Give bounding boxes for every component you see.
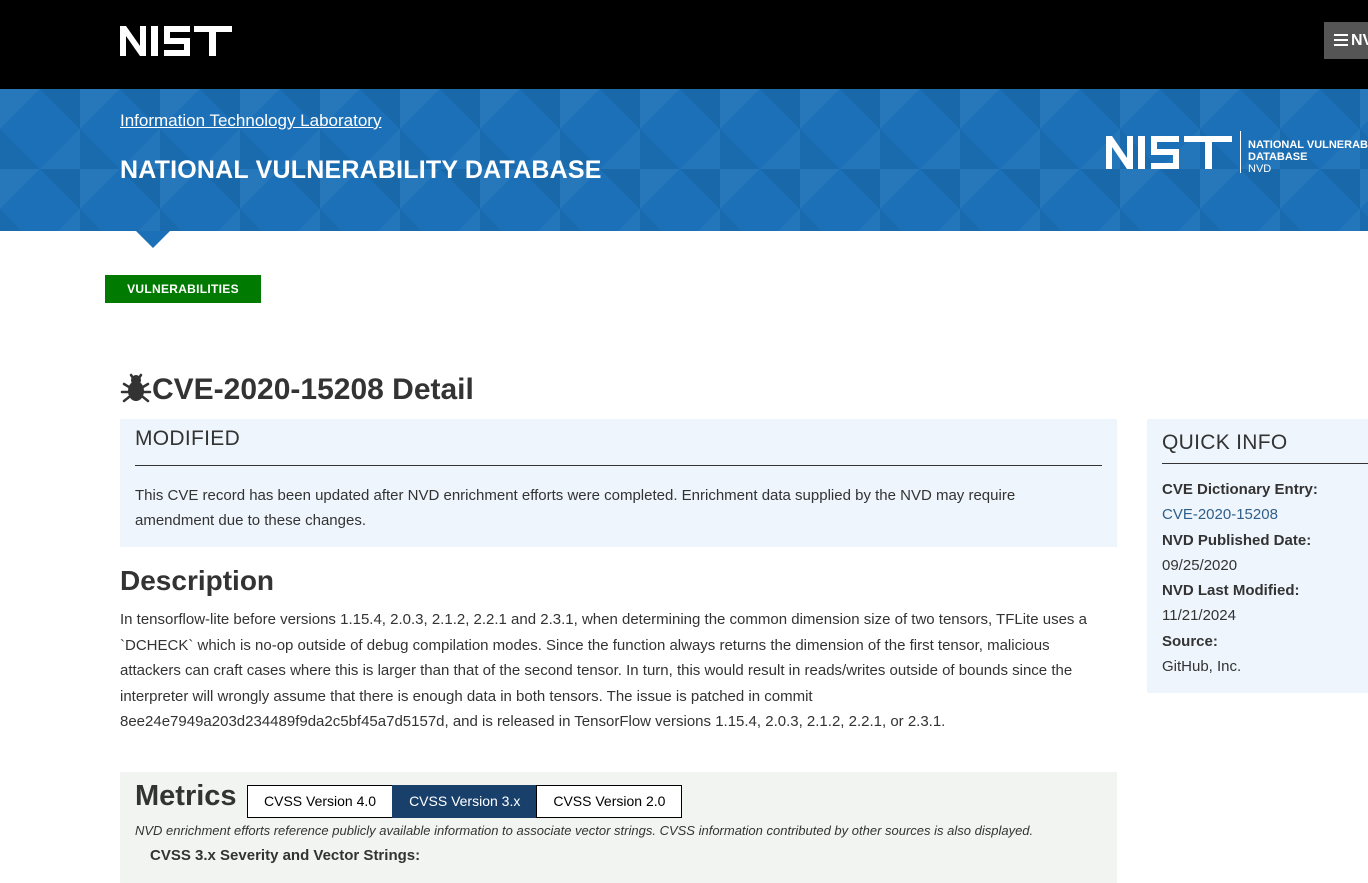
metrics-heading: Metrics <box>135 780 237 812</box>
quick-info-list: CVE Dictionary Entry: CVE-2020-15208 NVD… <box>1162 477 1368 679</box>
cve-dictionary-entry-link[interactable]: CVE-2020-15208 <box>1162 502 1368 527</box>
cvss-version-tabs: CVSS Version 4.0 CVSS Version 3.x CVSS V… <box>247 785 683 818</box>
metrics-note: NVD enrichment efforts reference publicl… <box>135 823 1034 838</box>
description-text: In tensorflow-lite before versions 1.15.… <box>120 611 1087 730</box>
page-heading: CVE-2020-15208 Detail <box>120 372 474 408</box>
modified-title: MODIFIED <box>135 427 241 450</box>
modified-notice: MODIFIED This CVE record has been update… <box>120 419 1117 547</box>
tab-cvss-3-x[interactable]: CVSS Version 3.x <box>392 785 538 818</box>
hamburger-icon <box>1334 34 1348 46</box>
last-modified-label: NVD Last Modified: <box>1162 582 1300 600</box>
bug-icon <box>120 373 152 403</box>
top-navigation-bar: NV <box>0 0 1368 89</box>
nist-nvd-logo[interactable]: NATIONAL VULNERABI DATABASE NVD <box>1106 129 1368 175</box>
source-value: GitHub, Inc. <box>1162 658 1242 676</box>
tab-cvss-2-0[interactable]: CVSS Version 2.0 <box>536 785 683 818</box>
vulnerabilities-button[interactable]: VULNERABILITIES <box>105 275 261 303</box>
published-date-label: NVD Published Date: <box>1162 531 1312 549</box>
itl-link[interactable]: Information Technology Laboratory <box>120 111 381 131</box>
source-label: Source: <box>1162 632 1218 650</box>
modified-text: This CVE record has been updated after N… <box>135 487 1016 529</box>
divider <box>135 465 1102 466</box>
page-title: CVE-2020-15208 Detail <box>152 373 474 406</box>
cve-dictionary-entry-label: CVE Dictionary Entry: <box>1162 481 1318 498</box>
site-title: NATIONAL VULNERABILITY DATABASE <box>120 156 602 184</box>
tab-cvss-4-0[interactable]: CVSS Version 4.0 <box>247 785 394 818</box>
menu-button-label: NV <box>1351 32 1368 49</box>
last-modified-value: 11/21/2024 <box>1162 607 1236 625</box>
nvd-logo-line2: DATABASE <box>1248 151 1307 163</box>
site-banner: Information Technology Laboratory NATION… <box>0 89 1368 231</box>
description-heading: Description <box>120 565 275 596</box>
cvss-severity-subheading: CVSS 3.x Severity and Vector Strings: <box>150 847 421 864</box>
divider <box>1162 463 1368 464</box>
nvd-logo-line1: NATIONAL VULNERABI <box>1248 139 1368 151</box>
banner-pointer <box>136 231 170 248</box>
quick-info-panel: QUICK INFO CVE Dictionary Entry: CVE-202… <box>1147 419 1368 693</box>
nvd-logo-line3: NVD <box>1248 163 1271 175</box>
quick-info-title: QUICK INFO <box>1162 431 1288 454</box>
nist-logo[interactable] <box>120 26 232 56</box>
main-menu-button[interactable]: NV <box>1324 22 1368 59</box>
published-date-value: 09/25/2020 <box>1162 556 1238 574</box>
metrics-section: Metrics CVSS Version 4.0 CVSS Version 3.… <box>120 772 1117 883</box>
